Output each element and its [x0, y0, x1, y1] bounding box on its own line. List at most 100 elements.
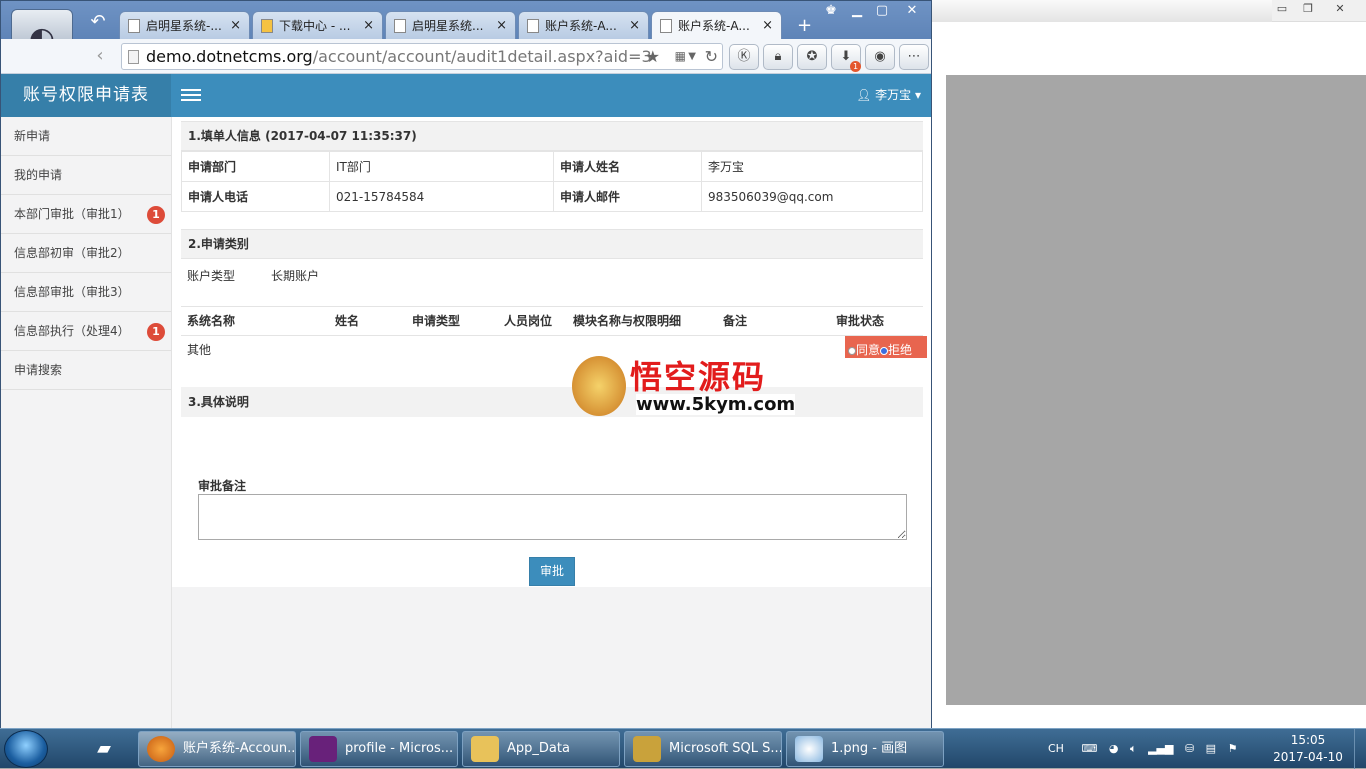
task-sql-server[interactable]: Microsoft SQL S... — [624, 731, 782, 767]
account-type-value: 长期账户 — [271, 269, 320, 283]
skin-icon[interactable]: ♚ — [819, 3, 843, 21]
quick-launch-icon[interactable]: ▰ — [82, 733, 126, 765]
download-badge: 1 — [850, 61, 861, 72]
sidebar-item-it-execution[interactable]: 信息部执行（处理4） 1 — [1, 312, 171, 351]
tab-2[interactable]: 下载中心 - ... × — [252, 11, 383, 39]
value-email: 983506039@qq.com — [701, 181, 923, 212]
web-page: 账号权限申请表 👤︎ 李万宝 ▾ 新申请 我的申请 本部门审批（审批1） 1 信息… — [1, 74, 931, 728]
minimize-icon[interactable]: ▭ — [1269, 2, 1295, 18]
restore-icon[interactable]: ❐ — [1295, 2, 1321, 18]
clock-time: 15:05 — [1290, 733, 1326, 747]
task-browser[interactable]: 账户系统-Accoun... — [138, 731, 296, 767]
app-brand[interactable]: 账号权限申请表 — [1, 74, 171, 117]
volume-icon[interactable]: 🔈︎ — [1130, 733, 1137, 765]
browser-icon — [147, 736, 175, 762]
app-header: 账号权限申请表 👤︎ 李万宝 ▾ — [1, 74, 931, 117]
sidebar-item-it-approval[interactable]: 信息部审批（审批3） — [1, 273, 171, 312]
start-button[interactable] — [4, 730, 48, 768]
col-status: 审批状态 — [836, 314, 885, 328]
device-icon[interactable]: ▤ — [1206, 733, 1216, 765]
tab-3[interactable]: 启明星系统... × — [385, 11, 516, 39]
table-row: 申请部门 IT部门 申请人姓名 李万宝 — [181, 151, 923, 182]
background-window-titlebar: ▭ ❐ ✕ — [932, 0, 1366, 22]
watermark-url: www.5kym.com — [636, 394, 796, 415]
col-request-type: 申请类型 — [412, 314, 461, 328]
close-icon[interactable]: × — [230, 18, 241, 33]
qr-code-icon[interactable]: ▦ — [675, 44, 686, 69]
visual-studio-icon — [309, 736, 337, 762]
caret-down-icon: ▾ — [911, 88, 921, 102]
background-ruler — [932, 0, 1272, 22]
navigation-bar: ‹ demo.dotnetcms.org/account/account/aud… — [1, 39, 931, 74]
minimize-icon[interactable]: ▁ — [845, 3, 869, 21]
close-icon[interactable]: × — [363, 18, 374, 33]
flag-icon[interactable]: ⚑ — [1228, 733, 1238, 765]
back-icon[interactable]: ↶ — [83, 9, 113, 35]
background-canvas — [946, 75, 1366, 705]
sidebar-item-search[interactable]: 申请搜索 — [1, 351, 171, 390]
tab-strip: 启明星系统-... × 下载中心 - ... × 启明星系统... × 账户系统-A.… — [119, 11, 784, 39]
tab-label: 下载中心 - ... — [279, 19, 351, 33]
page-icon — [527, 18, 539, 33]
task-folder[interactable]: App_Data — [462, 731, 620, 767]
sidebar-item-label: 申请搜索 — [14, 363, 63, 377]
label-agree: 同意 — [856, 343, 881, 357]
close-icon[interactable]: × — [629, 18, 640, 33]
qq-icon[interactable]: ◕ — [1109, 733, 1119, 765]
more-icon[interactable]: ⋯ — [899, 44, 929, 70]
sidebar-item-it-initial-review[interactable]: 信息部初审（审批2） — [1, 234, 171, 273]
cell-system: 其他 — [187, 343, 212, 357]
refresh-icon[interactable]: ↻ — [705, 44, 718, 69]
sql-server-icon — [633, 736, 661, 762]
watermark-title: 悟空源码 — [630, 358, 767, 396]
background-window: ▭ ❐ ✕ — [931, 0, 1366, 728]
sidebar-item-my-requests[interactable]: 我的申请 — [1, 156, 171, 195]
taskbar: ▰ 账户系统-Accoun... profile - Micros... App… — [0, 728, 1366, 769]
tab-5-active[interactable]: 账户系统-A... × — [651, 11, 782, 39]
label-reject: 拒绝 — [888, 343, 913, 357]
remark-textarea[interactable] — [198, 494, 907, 540]
radio-agree[interactable] — [848, 346, 856, 355]
sidebar-item-dept-approval[interactable]: 本部门审批（审批1） 1 — [1, 195, 171, 234]
close-icon[interactable]: × — [496, 18, 507, 33]
lock-icon[interactable]: 🔒︎ — [763, 44, 793, 70]
task-paint[interactable]: 1.png - 画图 — [786, 731, 944, 767]
download-icon[interactable]: ⬇ 1 — [831, 44, 861, 72]
maximize-icon[interactable]: ▢ — [870, 3, 894, 21]
sidebar-item-new[interactable]: 新申请 — [1, 117, 171, 156]
task-label: 账户系统-Accoun... — [183, 741, 296, 756]
close-icon[interactable]: × — [762, 18, 773, 33]
close-icon[interactable]: ✕ — [900, 3, 924, 21]
col-note: 备注 — [723, 314, 748, 328]
label-applicant-name: 申请人姓名 — [553, 151, 702, 182]
chevron-down-icon[interactable]: ▼ — [688, 44, 696, 69]
main-content: 1.填单人信息 (2017-04-07 11:35:37) 申请部门 IT部门 … — [172, 117, 931, 587]
clock[interactable]: 15:05 2017-04-10 — [1268, 732, 1348, 766]
show-desktop-button[interactable] — [1354, 729, 1366, 769]
star-icon[interactable]: ★ — [646, 44, 660, 69]
hamburger-menu-icon[interactable] — [181, 86, 201, 104]
chevron-left-icon[interactable]: ‹ — [85, 45, 115, 69]
k-extension-icon[interactable]: Ⓚ — [729, 44, 759, 70]
keyboard-icon[interactable]: ⌨ — [1081, 733, 1097, 765]
tab-1[interactable]: 启明星系统-... × — [119, 11, 250, 39]
system-tray: CH ⌨ ◕ 🔈︎ ▂▄▆ ⛁ ▤ ⚑ — [1048, 733, 1245, 765]
approve-button[interactable]: 审批 — [529, 557, 575, 586]
network-icon[interactable]: ▂▄▆ — [1148, 733, 1173, 765]
label-email: 申请人邮件 — [553, 181, 702, 212]
paint-icon — [795, 736, 823, 762]
language-indicator[interactable]: CH — [1048, 733, 1064, 765]
new-tab-button[interactable]: + — [797, 15, 812, 36]
tab-4[interactable]: 账户系统-A... × — [518, 11, 649, 39]
task-visual-studio[interactable]: profile - Micros... — [300, 731, 458, 767]
favorites-icon[interactable]: ✪ — [797, 44, 827, 70]
storage-icon[interactable]: ⛁ — [1185, 733, 1194, 765]
monkey-logo-icon — [572, 356, 626, 416]
radio-reject[interactable] — [880, 346, 889, 355]
gamepad-icon[interactable]: ◉ — [865, 44, 895, 70]
browser-window: ◐ ↶ 启明星系统-... × 下载中心 - ... × 启明星系统... × 账户系… — [0, 0, 932, 728]
section-1-title: 1.填单人信息 (2017-04-07 11:35:37) — [181, 121, 923, 151]
user-menu[interactable]: 👤︎ 李万宝 ▾ — [856, 74, 921, 117]
close-icon[interactable]: ✕ — [1327, 2, 1353, 18]
address-bar[interactable]: demo.dotnetcms.org/account/account/audit… — [121, 43, 723, 70]
